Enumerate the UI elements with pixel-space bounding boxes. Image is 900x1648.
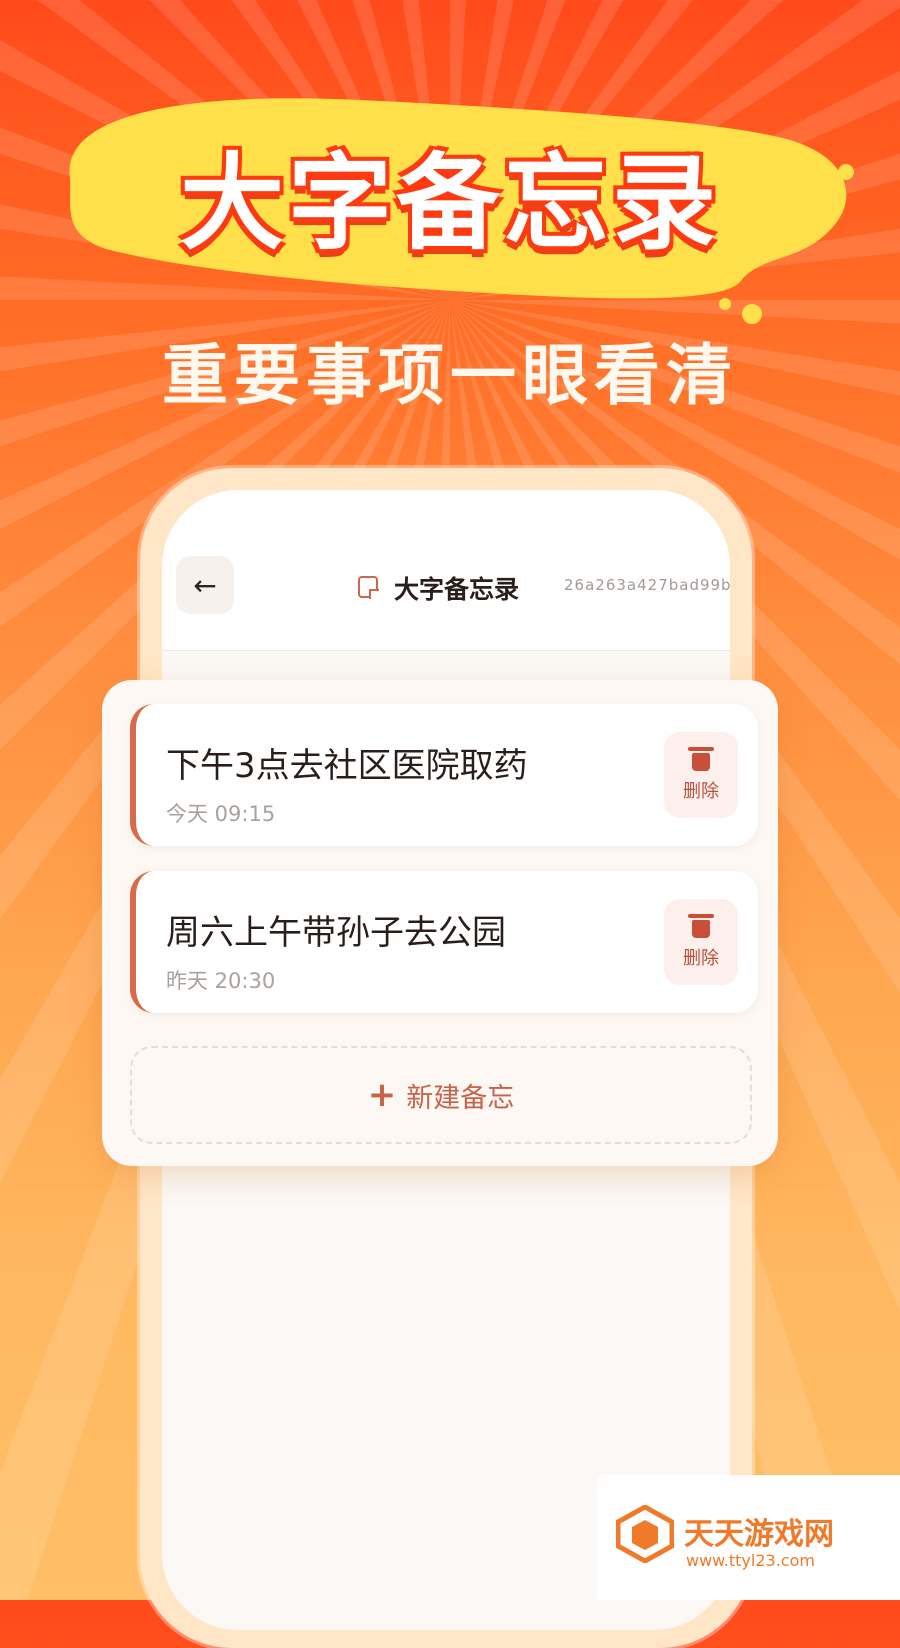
watermark-logo bbox=[616, 1505, 674, 1563]
app-title: 大字备忘录 bbox=[394, 575, 520, 604]
trash-icon bbox=[688, 747, 714, 771]
memo-panel: 下午3点去社区医院取药 今天 09:15 删除 周六上午带孙子去公园 昨天 20… bbox=[102, 680, 778, 1166]
back-arrow-icon: ← bbox=[193, 568, 217, 602]
delete-button[interactable]: 删除 bbox=[664, 899, 738, 985]
watermark-url: www.ttyl23.com bbox=[686, 1551, 815, 1570]
app-header: ← 大字备忘录 26a263a427bad99b bbox=[162, 490, 730, 651]
memo-time: 今天 09:15 bbox=[166, 802, 276, 826]
note-icon bbox=[358, 576, 379, 599]
memo-text: 周六上午带孙子去公园 bbox=[166, 913, 506, 953]
app-id-text: 26a263a427bad99b bbox=[564, 576, 730, 594]
delete-button[interactable]: 删除 bbox=[664, 732, 738, 818]
delete-label: 删除 bbox=[683, 948, 719, 969]
new-memo-label: 新建备忘 bbox=[406, 1082, 515, 1114]
memo-time: 昨天 20:30 bbox=[166, 969, 276, 993]
delete-label: 删除 bbox=[683, 781, 719, 802]
plus-icon: + bbox=[367, 1075, 397, 1115]
promo-headline: 大字备忘录 bbox=[179, 142, 720, 264]
back-button[interactable]: ← bbox=[176, 556, 234, 614]
watermark-name: 天天游戏网 bbox=[684, 1517, 834, 1552]
memo-text: 下午3点去社区医院取药 bbox=[166, 746, 528, 786]
promo-subheadline: 重要事项一眼看清 bbox=[162, 337, 738, 414]
watermark: 天天游戏网 www.ttyl23.com bbox=[598, 1475, 900, 1600]
memo-card[interactable]: 下午3点去社区医院取药 今天 09:15 删除 bbox=[130, 704, 758, 846]
trash-icon bbox=[688, 914, 714, 938]
memo-card[interactable]: 周六上午带孙子去公园 昨天 20:30 删除 bbox=[130, 871, 758, 1013]
new-memo-button[interactable]: + 新建备忘 bbox=[130, 1046, 752, 1144]
